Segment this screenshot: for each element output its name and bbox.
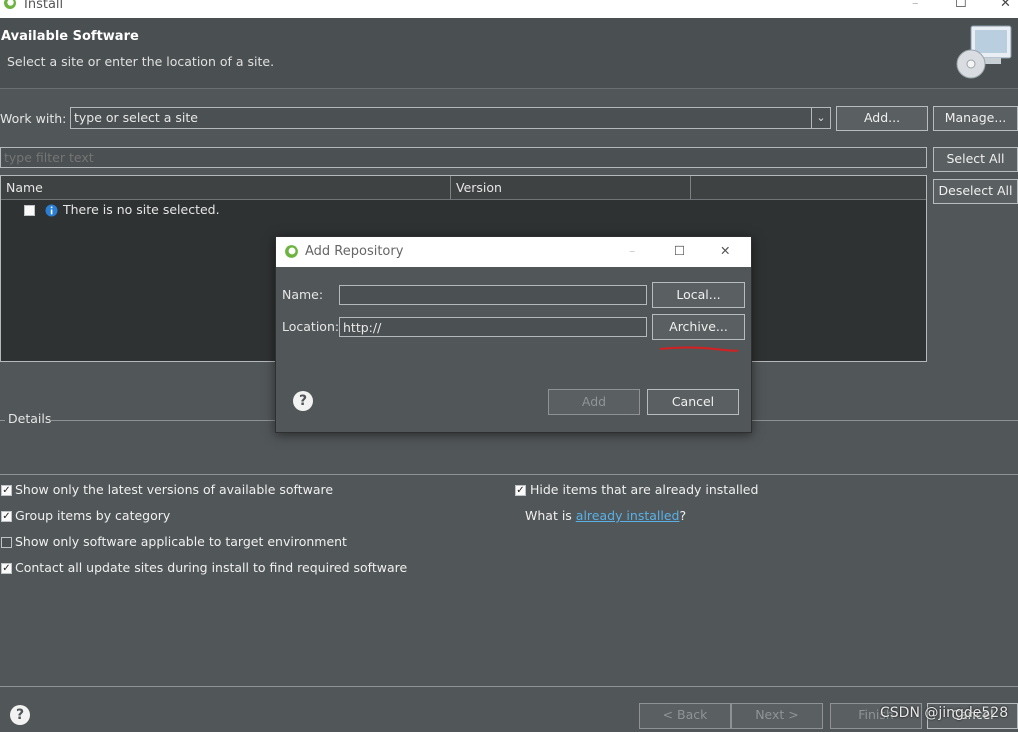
watermark: CSDN @jingde528 [880,705,1009,721]
filter-input[interactable] [0,147,927,168]
column-header-version[interactable]: Version [456,180,502,195]
deselect-all-button[interactable]: Deselect All [933,179,1018,204]
hide-installed-checkbox[interactable]: ✓ [515,485,526,496]
dialog-title: Add Repository [305,244,404,259]
column-divider [450,176,451,199]
dialog-help-icon[interactable]: ? [293,391,313,411]
contact-sites-label[interactable]: Contact all update sites during install … [15,560,407,575]
latest-versions-checkbox[interactable]: ✓ [1,485,12,496]
dialog-cancel-button[interactable]: Cancel [647,389,739,415]
already-installed-link[interactable]: already installed [576,508,680,523]
work-with-value: type or select a site [74,110,198,125]
column-header-name[interactable]: Name [6,180,43,195]
wizard-header: Available Software Select a site or ente… [0,18,1018,89]
work-with-label: Work with: [0,111,67,126]
install-software-icon [956,25,1012,79]
dialog-add-button[interactable]: Add [548,389,640,415]
what-is-text: What is already installed? [525,508,687,523]
applicable-only-checkbox[interactable] [1,537,12,548]
select-all-button[interactable]: Select All [933,147,1018,172]
table-header: Name Version [1,176,926,200]
back-button[interactable]: < Back [639,703,731,729]
latest-versions-label[interactable]: Show only the latest versions of availab… [15,482,333,497]
column-divider [690,176,691,199]
details-divider [0,420,5,421]
group-by-category-checkbox[interactable]: ✓ [1,511,12,522]
contact-sites-checkbox[interactable]: ✓ [1,563,12,574]
add-repository-dialog: Add Repository – ☐ ✕ Name: Local... Loca… [275,236,752,433]
row-checkbox[interactable] [24,205,35,216]
window-title: Install [24,0,64,12]
work-with-combo[interactable]: type or select a site [70,107,831,129]
hide-installed-label[interactable]: Hide items that are already installed [530,482,758,497]
location-input[interactable] [339,317,647,337]
details-bottom-divider [0,474,1018,475]
chevron-down-icon[interactable]: ⌄ [811,108,830,128]
name-label: Name: [282,287,324,302]
manage-button[interactable]: Manage... [933,106,1018,131]
spring-logo-icon [4,0,16,9]
name-input[interactable] [339,285,647,305]
spring-logo-icon [285,245,298,258]
dialog-close-button[interactable]: ✕ [720,243,730,258]
page-subtitle: Select a site or enter the location of a… [7,54,275,69]
dialog-maximize-button[interactable]: ☐ [674,243,685,258]
location-label: Location: [282,319,340,334]
footer-divider [0,686,1018,687]
group-by-category-label[interactable]: Group items by category [15,508,170,523]
dialog-titlebar: Add Repository – ☐ ✕ [276,237,751,267]
applicable-only-label[interactable]: Show only software applicable to target … [15,534,347,549]
window-titlebar: Install – ☐ ✕ [0,0,1018,18]
dialog-minimize-button[interactable]: – [629,243,635,258]
row-name: There is no site selected. [63,202,220,217]
maximize-button[interactable]: ☐ [955,0,967,11]
info-icon [45,204,58,217]
next-button[interactable]: Next > [731,703,823,729]
minimize-button[interactable]: – [912,0,919,11]
page-title: Available Software [1,29,139,44]
local-button[interactable]: Local... [652,282,745,308]
table-row[interactable]: There is no site selected. [1,201,926,221]
archive-button[interactable]: Archive... [652,314,745,340]
red-underline-annotation [659,346,739,352]
close-button[interactable]: ✕ [1000,0,1011,11]
add-site-button[interactable]: Add... [836,106,928,131]
help-icon[interactable]: ? [10,705,30,725]
details-label: Details [8,411,52,426]
